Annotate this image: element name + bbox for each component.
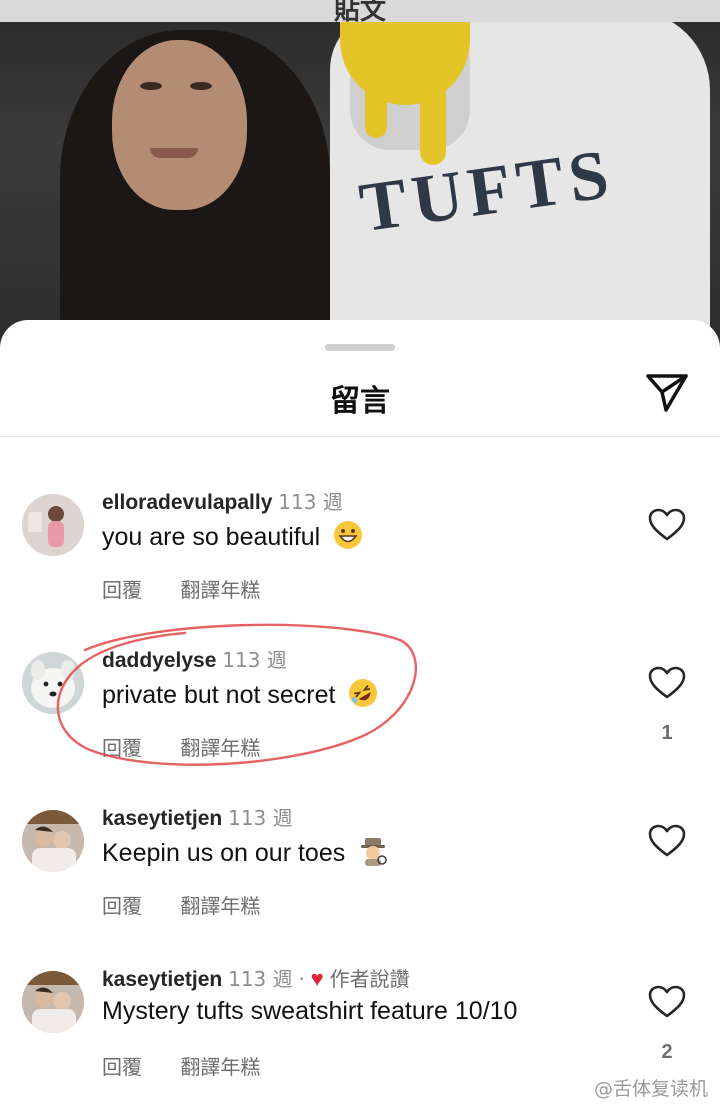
- reply-button[interactable]: 回覆: [102, 736, 142, 760]
- comment-age: 113 週: [278, 490, 343, 514]
- photo-face: [112, 40, 247, 210]
- comment-text-content: you are so beautiful: [102, 523, 321, 551]
- comment-actions: 回覆 翻譯年糕: [102, 574, 292, 603]
- reply-button[interactable]: 回覆: [102, 578, 142, 602]
- comment-item: kaseytietjen 113 週 Keepin us on our toes…: [0, 802, 720, 932]
- comment-actions: 回覆 翻譯年糕: [102, 890, 292, 919]
- rolling-on-floor-laughing-emoji: [348, 678, 378, 708]
- post-header-bar: 貼文: [0, 0, 720, 25]
- comment-age: 113 週: [228, 967, 293, 991]
- reply-button[interactable]: 回覆: [102, 894, 142, 918]
- comment-actions: 回覆 翻譯年糕: [102, 1051, 292, 1080]
- translate-button[interactable]: 翻譯年糕: [180, 736, 260, 760]
- heart-icon[interactable]: [648, 985, 686, 1019]
- username-text[interactable]: kaseytietjen: [102, 968, 222, 991]
- comment-text-content: Keepin us on our toes: [102, 839, 346, 867]
- photo-smiley-drip: [420, 90, 446, 165]
- comment-text: Keepin us on our toes: [102, 836, 388, 868]
- grinning-face-emoji: [333, 520, 363, 550]
- comment-username[interactable]: kaseytietjen 113 週 · ♥ 作者說讚: [102, 963, 410, 992]
- like-count: 1: [661, 722, 673, 744]
- comment-item: daddyelyse 113 週 private but not secret …: [0, 644, 720, 774]
- like-count: 2: [661, 1041, 673, 1063]
- avatar[interactable]: [22, 810, 84, 872]
- comment-username[interactable]: daddyelyse 113 週: [102, 644, 287, 673]
- comment-text: Mystery tufts sweatshirt feature 10/10: [102, 997, 517, 1026]
- post-photo: TUFTS 貼文: [0, 0, 720, 360]
- comment-text-content: private but not secret: [102, 681, 336, 709]
- comment-item: elloradevulapally 113 週 you are so beaut…: [0, 486, 720, 616]
- comment-text-content: Mystery tufts sweatshirt feature 10/10: [102, 997, 518, 1025]
- detective-emoji: [358, 836, 388, 866]
- translate-button[interactable]: 翻譯年糕: [180, 894, 260, 918]
- avatar[interactable]: [22, 971, 84, 1033]
- reply-button[interactable]: 回覆: [102, 1055, 142, 1079]
- photo-eye: [140, 82, 162, 90]
- translate-button[interactable]: 翻譯年糕: [180, 1055, 260, 1079]
- username-text[interactable]: kaseytietjen: [102, 807, 222, 830]
- header-divider: [0, 436, 720, 437]
- comment-username[interactable]: elloradevulapally 113 週: [102, 486, 343, 515]
- photo-mouth: [150, 148, 198, 158]
- comment-age: 113 週: [228, 806, 293, 830]
- username-text[interactable]: elloradevulapally: [102, 491, 272, 514]
- sheet-drag-handle[interactable]: [325, 344, 395, 351]
- watermark: @舌体复读机: [593, 1078, 708, 1100]
- avatar[interactable]: [22, 652, 84, 714]
- meta-separator: ·: [298, 967, 305, 991]
- comment-text: private but not secret: [102, 678, 378, 710]
- author-liked-badge: 作者說讚: [329, 967, 410, 991]
- heart-icon[interactable]: [648, 666, 686, 700]
- paper-plane-icon[interactable]: [642, 370, 692, 416]
- comment-username[interactable]: kaseytietjen 113 週: [102, 802, 293, 831]
- comment-actions: 回覆 翻譯年糕: [102, 732, 292, 761]
- post-header-title: 貼文: [333, 0, 386, 25]
- heart-icon[interactable]: [648, 824, 686, 858]
- translate-button[interactable]: 翻譯年糕: [180, 578, 260, 602]
- photo-smiley-drip: [365, 90, 387, 138]
- photo-eye: [190, 82, 212, 90]
- comment-text: you are so beautiful: [102, 520, 363, 552]
- heart-icon[interactable]: [648, 508, 686, 542]
- sheet-title: 留言: [330, 384, 390, 419]
- avatar[interactable]: [22, 494, 84, 556]
- comment-age: 113 週: [222, 648, 287, 672]
- username-text[interactable]: daddyelyse: [102, 649, 216, 672]
- author-liked-heart-icon: ♥: [310, 966, 324, 991]
